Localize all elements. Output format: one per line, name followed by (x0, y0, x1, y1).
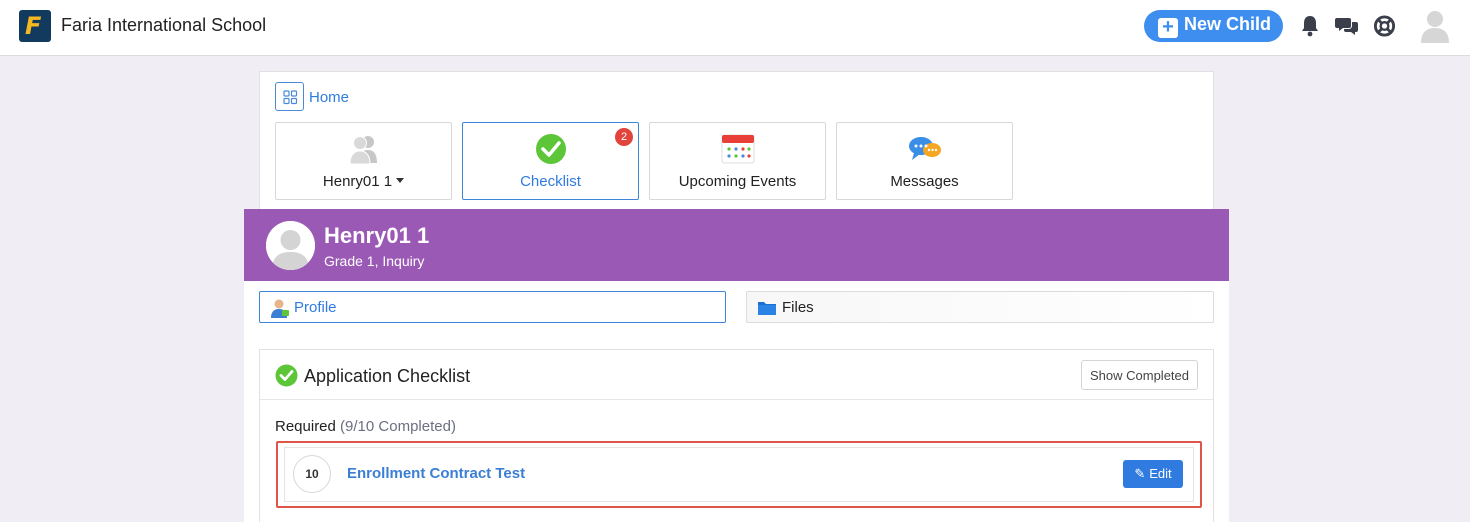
child-grade: Grade 1, Inquiry (324, 253, 425, 269)
child-panel: Profile Files Application Checklist Show… (244, 281, 1229, 522)
item-title-link[interactable]: Enrollment Contract Test (347, 465, 525, 482)
required-count: (9/10 Completed) (340, 418, 456, 435)
child-header: Henry01 1 Grade 1, Inquiry (244, 209, 1229, 281)
check-circle-icon (275, 364, 298, 387)
tab-profile-label: Profile (294, 299, 337, 316)
child-name: Henry01 1 (324, 223, 430, 248)
application-checklist: Application Checklist Show Completed Req… (259, 349, 1214, 522)
logo-letter: F (25, 12, 42, 40)
notification-badge: 2 (615, 128, 633, 146)
required-section-label: Required (9/10 Completed) (275, 418, 456, 435)
chat-bubbles-icon (909, 137, 941, 160)
top-bar: F Faria International School + New Child (0, 0, 1470, 56)
caret-down-icon (396, 178, 405, 183)
show-completed-button[interactable]: Show Completed (1081, 360, 1198, 390)
tab-files-label: Files (782, 299, 814, 316)
user-avatar-icon[interactable] (1420, 9, 1450, 43)
new-child-label: New Child (1184, 14, 1272, 34)
checklist-header: Application Checklist Show Completed (260, 350, 1213, 400)
tab-files[interactable]: Files (746, 291, 1214, 323)
tile-upcoming-events[interactable]: Upcoming Events (649, 122, 826, 200)
tile-label: Checklist (520, 173, 581, 190)
calendar-icon (721, 134, 755, 164)
checklist-item-highlight: 10 Enrollment Contract Test ✎ Edit (276, 441, 1202, 508)
child-avatar (266, 221, 315, 270)
chat-icon[interactable] (1335, 14, 1359, 38)
tile-label: Messages (890, 173, 959, 190)
home-card: Home Henry01 1 2 Checklist Upcoming Even… (259, 71, 1214, 221)
checklist-title: Application Checklist (304, 366, 471, 386)
tile-child-selector[interactable]: Henry01 1 (275, 122, 452, 200)
tile-label: Upcoming Events (678, 173, 797, 190)
help-lifebuoy-icon[interactable] (1373, 14, 1396, 38)
item-number: 10 (293, 455, 331, 493)
bell-icon[interactable] (1299, 14, 1321, 38)
tile-label: Henry01 1 (276, 173, 451, 190)
tab-profile[interactable]: Profile (259, 291, 726, 323)
home-label: Home (309, 89, 350, 106)
tile-checklist[interactable]: 2 Checklist (462, 122, 639, 200)
plus-icon: + (1158, 17, 1178, 38)
person-icon (266, 221, 315, 270)
checklist-item[interactable]: 10 Enrollment Contract Test ✎ Edit (284, 447, 1194, 502)
folder-icon (758, 302, 776, 315)
grid-icon (275, 82, 304, 111)
edit-button[interactable]: ✎ Edit (1123, 460, 1183, 488)
pencil-icon: ✎ (1134, 466, 1146, 481)
check-circle-icon (536, 134, 566, 164)
profile-icon (271, 299, 289, 318)
school-name[interactable]: Faria International School (61, 15, 266, 36)
tile-messages[interactable]: Messages (836, 122, 1013, 200)
new-child-button[interactable]: + New Child (1144, 10, 1283, 42)
users-icon (349, 136, 377, 165)
school-logo[interactable]: F (19, 10, 51, 42)
